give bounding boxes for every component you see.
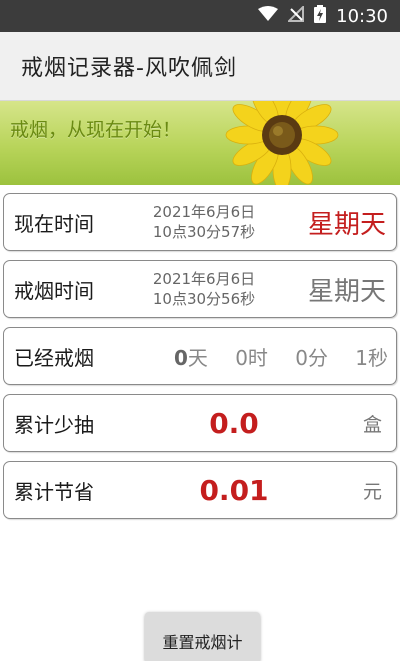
- elapsed-hours: 0时: [235, 345, 268, 370]
- elapsed-seconds: 1秒: [355, 345, 388, 370]
- saved-money-label: 累计节省: [14, 479, 94, 504]
- battery-charging-icon: [314, 5, 327, 27]
- quit-datetime: 2021年6月6日 10点30分56秒: [144, 269, 264, 309]
- saved-money-unit: 元: [362, 480, 382, 503]
- quit-weekday: 星期天: [307, 276, 386, 307]
- elapsed-minutes: 0分: [295, 345, 328, 370]
- current-datetime: 2021年6月6日 10点30分57秒: [144, 202, 264, 242]
- elapsed-days-number: 0: [174, 345, 188, 370]
- saved-packs-label: 累计少抽: [14, 412, 94, 437]
- current-time: 10点30分57秒: [152, 223, 256, 241]
- saved-money-value: 0.01: [199, 473, 269, 507]
- elapsed-days: 0天: [174, 342, 208, 371]
- elapsed-label: 已经戒烟: [14, 345, 94, 370]
- banner-image: 戒烟，从现在开始！: [0, 101, 400, 185]
- current-time-label: 现在时间: [14, 211, 94, 236]
- elapsed-days-unit: 天: [187, 345, 208, 370]
- quit-time-row: 戒烟时间 2021年6月6日 10点30分56秒 星期天: [3, 260, 397, 318]
- quit-time-label: 戒烟时间: [14, 278, 94, 303]
- app-bar: 戒烟记录器-风吹佩剑: [0, 32, 400, 101]
- current-date: 2021年6月6日: [152, 203, 256, 221]
- reset-button[interactable]: 重置戒烟计: [145, 612, 260, 661]
- saved-money-row: 累计节省 0.01 元: [3, 461, 397, 519]
- banner-slogan: 戒烟，从现在开始！: [10, 119, 182, 141]
- current-weekday: 星期天: [307, 209, 386, 240]
- app-title: 戒烟记录器-风吹佩剑: [21, 56, 237, 81]
- status-bar: 10:30: [0, 0, 400, 32]
- saved-packs-value: 0.0: [209, 406, 259, 440]
- saved-packs-unit: 盒: [362, 413, 382, 436]
- no-signal-icon: [286, 4, 305, 26]
- quit-date: 2021年6月6日: [152, 270, 256, 288]
- current-time-row: 现在时间 2021年6月6日 10点30分57秒 星期天: [3, 193, 397, 251]
- elapsed-row: 已经戒烟 0天 0时 0分 1秒: [3, 327, 397, 385]
- clock: 10:30: [336, 5, 388, 27]
- elapsed-duration: 0天 0时 0分 1秒: [174, 328, 388, 384]
- quit-time: 10点30分56秒: [152, 290, 256, 308]
- wifi-icon: [258, 6, 279, 26]
- saved-packs-row: 累计少抽 0.0 盒: [3, 394, 397, 452]
- sunflower-illustration: [225, 101, 339, 185]
